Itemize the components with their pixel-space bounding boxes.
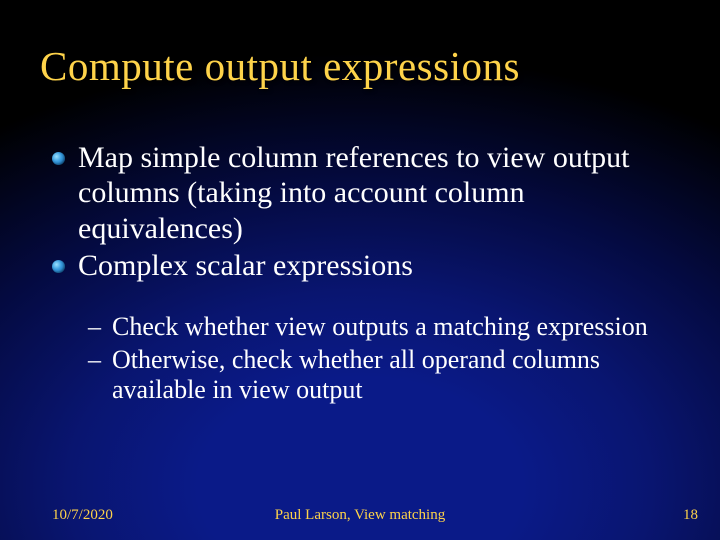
footer-page: 18	[683, 507, 698, 524]
bullet-item: Map simple column references to view out…	[52, 140, 690, 246]
bullet-icon	[52, 260, 65, 273]
dash-icon: –	[88, 345, 101, 376]
bullet-icon	[52, 152, 65, 165]
sub-bullet-text: Otherwise, check whether all operand col…	[112, 345, 600, 405]
sub-bullet-item: – Check whether view outputs a matching …	[88, 312, 700, 343]
footer-author: Paul Larson, View matching	[0, 507, 720, 524]
bullet-text: Map simple column references to view out…	[78, 141, 630, 245]
bullet-text: Complex scalar expressions	[78, 249, 413, 282]
slide: Compute output expressions Map simple co…	[0, 0, 720, 540]
sub-bullet-item: – Otherwise, check whether all operand c…	[88, 345, 700, 406]
bullet-item: Complex scalar expressions	[52, 248, 690, 283]
slide-title: Compute output expressions	[40, 42, 700, 90]
sub-bullets: – Check whether view outputs a matching …	[88, 312, 700, 408]
body-bullets: Map simple column references to view out…	[52, 140, 690, 286]
sub-bullet-text: Check whether view outputs a matching ex…	[112, 312, 648, 341]
dash-icon: –	[88, 312, 101, 343]
